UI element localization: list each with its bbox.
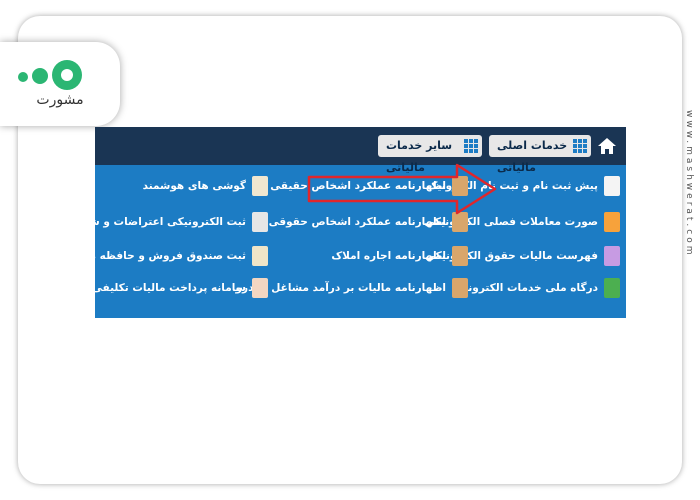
menu-item-label: گوشی های هوشمند xyxy=(142,180,246,192)
grid-icon xyxy=(464,139,478,153)
logo-text: مشورت xyxy=(36,92,84,108)
menu-item-cash-register[interactable]: ثبت صندوق فروش و حافظه مالیاتی xyxy=(59,245,268,267)
red-arrow-annotation xyxy=(307,163,497,215)
menu-item-salary-tax-list[interactable]: فهرست مالیات حقوق الکترونیکی xyxy=(425,245,620,267)
menu-item-national-portal[interactable]: درگاه ملی خدمات الکترونیک xyxy=(450,277,620,299)
tax-return-icon xyxy=(452,278,468,298)
cash-register-icon xyxy=(252,246,268,266)
tax-return-icon xyxy=(452,246,468,266)
tab-other-tax-services[interactable]: سایر خدمات مالیاتی xyxy=(378,135,482,174)
tax-services-panel: خدمات اصلی مالیاتی سایر خدمات مالیاتی پی… xyxy=(48,127,626,318)
menu-item-complaints[interactable]: ثبت الکترونیکی اعتراضات و شکایات xyxy=(61,211,268,233)
site-logo[interactable]: مشورت xyxy=(0,42,120,126)
complaint-icon xyxy=(252,212,268,232)
smartphone-icon xyxy=(252,176,268,196)
menu-item-label: ثبت الکترونیکی اعتراضات و شکایات xyxy=(60,216,246,228)
menu-item-doctors-tax[interactable]: سامانه پرداخت مالیات تکلیفی پزشکان xyxy=(48,277,268,299)
tab-main-tax-services[interactable]: خدمات اصلی مالیاتی xyxy=(489,135,591,174)
doctor-icon xyxy=(252,278,268,298)
logo-dot-large xyxy=(52,60,82,90)
menu-item-label: ثبت صندوق فروش و حافظه مالیاتی xyxy=(58,250,246,262)
grid-icon xyxy=(573,139,587,153)
tab-label: خدمات اصلی مالیاتی xyxy=(497,139,568,174)
menu-topbar: خدمات اصلی مالیاتی سایر خدمات مالیاتی xyxy=(95,127,626,174)
watermark-url: www.mashwerat.com xyxy=(684,110,694,258)
logo-dot-medium xyxy=(32,68,48,84)
menu-item-property-rent-return[interactable]: اظهارنامه اجاره املاک xyxy=(288,245,468,267)
tax-return-icon xyxy=(452,212,468,232)
handshake-icon xyxy=(604,212,620,232)
menu-item-smartphones[interactable]: گوشی های هوشمند xyxy=(100,175,268,197)
logo-dot-small xyxy=(18,72,28,82)
portal-icon xyxy=(604,278,620,298)
menu-item-label: درگاه ملی خدمات الکترونیک xyxy=(453,282,598,294)
menu-item-label: سامانه پرداخت مالیات تکلیفی پزشکان xyxy=(48,282,246,294)
registration-icon xyxy=(604,176,620,196)
document-list-icon xyxy=(604,246,620,266)
menu-item-label: اظهارنامه اجاره املاک xyxy=(331,250,446,262)
home-icon[interactable] xyxy=(597,136,617,156)
menu-item-vehicle-jobs-return[interactable]: اظهارنامه مالیات بر درآمد مشاغل خودرو xyxy=(236,277,468,299)
